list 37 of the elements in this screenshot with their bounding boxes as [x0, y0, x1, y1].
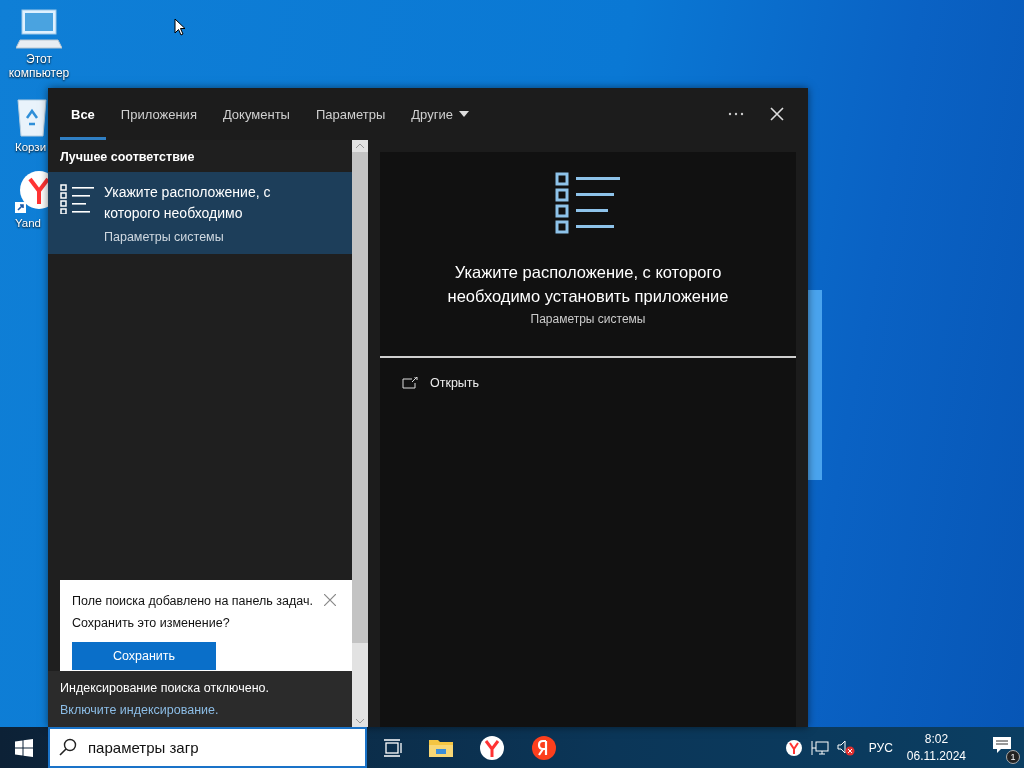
cursor-icon — [174, 18, 186, 36]
filter-tab[interactable]: Параметры — [304, 91, 397, 140]
more-icon[interactable] — [728, 112, 744, 116]
muted-speaker-icon[interactable] — [836, 739, 855, 756]
task-view-icon[interactable] — [383, 738, 403, 757]
list-icon — [555, 172, 621, 234]
browser-icon[interactable] — [479, 734, 505, 761]
preview-title: Укажите расположение, с которого необходимо установить приложение — [446, 262, 730, 307]
desktop-icon-label[interactable]: Этот компьютер — [4, 52, 74, 80]
search-result[interactable]: Укажите расположение, с которого необходимо Параметры системы — [48, 172, 352, 254]
section-title: Лучшее соответствие — [59, 149, 196, 166]
list-icon — [60, 184, 94, 214]
notice-text: Индексирование поиска отключено. — [60, 681, 270, 695]
enable-indexing-link[interactable]: Включите индексирование. — [60, 703, 219, 717]
folder-icon[interactable] — [429, 737, 453, 758]
desktop-icon-label[interactable]: Корзи — [15, 140, 47, 154]
save-button[interactable]: Сохранить — [72, 642, 216, 670]
open-icon — [402, 377, 418, 389]
preview-subtitle: Параметры системы — [530, 312, 646, 326]
search-app-icon[interactable] — [531, 734, 557, 761]
network-icon[interactable] — [810, 739, 829, 756]
open-action[interactable]: Открыть — [402, 376, 480, 390]
computer-icon[interactable] — [16, 8, 62, 50]
filter-tab[interactable]: Другие — [400, 91, 480, 140]
toast-message: Сохранить это изменение? — [72, 616, 231, 630]
filter-tab[interactable]: Приложения — [109, 91, 208, 140]
caret-icon — [458, 111, 469, 117]
search-field[interactable]: параметры загр — [48, 727, 367, 768]
language-indicator[interactable]: РУС — [868, 740, 893, 755]
clock[interactable]: 8:02 06.11.2024 — [906, 730, 966, 765]
browser-tray-icon[interactable] — [784, 738, 803, 757]
search-icon — [59, 738, 77, 756]
desktop-icon-label[interactable]: Yand — [15, 216, 41, 230]
filter-tab[interactable]: Документы — [211, 91, 301, 140]
windows-icon[interactable] — [15, 738, 33, 757]
toast-message: Поле поиска добавлено на панель задач. — [72, 594, 313, 608]
recycle-bin-icon[interactable] — [15, 96, 49, 138]
